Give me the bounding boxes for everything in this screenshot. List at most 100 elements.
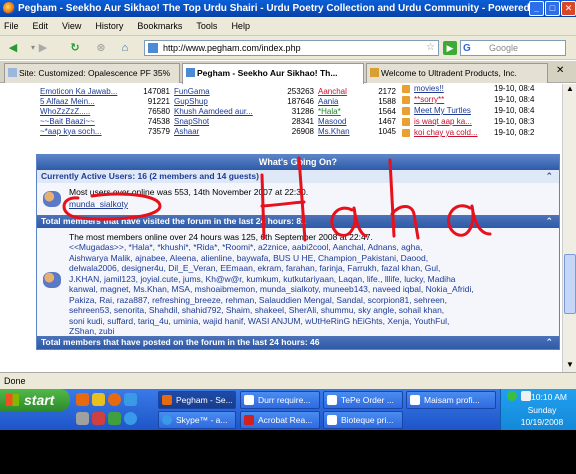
menu-history[interactable]: History	[95, 21, 123, 31]
visited-users-line[interactable]: Pakiza, Rai, raza887, refreshing_breeze,…	[69, 295, 549, 306]
user-link[interactable]: Masood	[316, 116, 368, 126]
forum-link[interactable]: FunGama	[172, 86, 276, 96]
taskbar-tepe[interactable]: TePe Order ...	[323, 391, 403, 409]
taskbar-pegham[interactable]: Pegham - Se...	[158, 391, 236, 409]
visited-24h-label: Total members that have visited the foru…	[41, 216, 306, 226]
thread-link[interactable]: WhoZzZzZ.....	[38, 106, 134, 116]
visited-24h-title[interactable]: Total members that have visited the foru…	[37, 215, 559, 228]
tab-opalescence[interactable]: Site: Customized: Opalescence PF 35%	[4, 63, 180, 83]
go-arrow-icon[interactable]: ▶	[443, 41, 457, 55]
bookmark-star-icon[interactable]: ☆	[426, 41, 435, 55]
posted-24h-title[interactable]: Total members that have posted on the fo…	[37, 336, 559, 349]
desktop-quicklaunch-icon[interactable]	[76, 412, 89, 425]
clock-time[interactable]: 10:10 AM	[523, 392, 575, 402]
active-member-link[interactable]: munda_sialkoty	[69, 199, 128, 209]
taskbar-durr[interactable]: Durr require...	[240, 391, 320, 409]
user-link[interactable]: Aania	[316, 96, 368, 106]
skype-icon	[162, 415, 172, 425]
taskbar-maisam[interactable]: Maisam profi...	[406, 391, 496, 409]
recent-threads-list: movies!! 19-10, 08:4 **sorry** 19-10, 08:4 M…	[402, 84, 562, 139]
visited-users-line[interactable]: Aishwarya Malik, ajnabee, Aleena, alienl…	[69, 253, 549, 264]
search-input[interactable]: G Google	[460, 40, 566, 56]
visited-users-line[interactable]: sehreen53, senorita, Shahdil, shahid792,…	[69, 305, 549, 316]
network-icon[interactable]	[507, 391, 517, 401]
scroll-down-icon[interactable]: ▼	[566, 360, 574, 369]
firefox-icon	[3, 2, 15, 14]
home-icon[interactable]: ⌂	[116, 39, 134, 57]
recent-thread-item[interactable]: **sorry** 19-10, 08:4	[402, 95, 562, 106]
top-stats-table: Emoticon Ka Jawab... 147081 FunGama 253263 A…	[38, 86, 398, 136]
thread-icon	[402, 96, 410, 104]
forum-link[interactable]: GupShup	[172, 96, 276, 106]
taskbar-skype[interactable]: Skype™ - a...	[158, 411, 236, 429]
visited-users-line[interactable]: J.KHAN, jamil123, joyial.cute, jums, Kh@…	[69, 274, 549, 285]
recent-thread-item[interactable]: movies!! 19-10, 08:4	[402, 84, 562, 95]
tab-ultradent[interactable]: Welcome to Ultradent Products, Inc.	[366, 63, 548, 83]
minimize-button[interactable]: _	[529, 1, 544, 16]
forum-views: 26908	[291, 126, 314, 136]
windows-taskbar: start Pegham - Se... Durr require... TeP…	[0, 389, 576, 430]
taskbar-label: Skype™ - a...	[176, 415, 228, 425]
collapse-icon[interactable]: ⌃	[545, 336, 553, 349]
maximize-button[interactable]: □	[545, 1, 560, 16]
close-button[interactable]: ✕	[561, 1, 576, 16]
start-button[interactable]: start	[0, 389, 70, 411]
menu-file[interactable]: File	[4, 21, 19, 31]
back-arrow-icon[interactable]: ◀	[4, 39, 22, 57]
menu-tools[interactable]: Tools	[196, 21, 217, 31]
media-quicklaunch-icon[interactable]	[92, 412, 105, 425]
menu-bookmarks[interactable]: Bookmarks	[137, 21, 182, 31]
close-tab-icon[interactable]: ✕	[556, 65, 564, 76]
recent-thread-item[interactable]: is waqt aap ka... 19-10, 08:3	[402, 117, 562, 128]
bottom-blank-area	[0, 430, 576, 474]
user-link[interactable]: Aanchal	[316, 86, 368, 96]
collapse-icon[interactable]: ⌃	[545, 170, 553, 183]
visited-users-line[interactable]: delwala2006, designer4u, Dil_E_Veran, EE…	[69, 263, 549, 274]
thread-link[interactable]: Emoticon Ka Jawab...	[38, 86, 134, 96]
window-title: Pegham - Seekho Aur Sikhao! The Top Urdu…	[18, 3, 553, 14]
recent-thread-title[interactable]: koi chay ya cold...	[414, 128, 492, 137]
recent-thread-title[interactable]: movies!!	[414, 84, 492, 93]
visited-users-list[interactable]: <<Mugadas>>, *Hala*, *khushi*, *Rida*, *…	[69, 242, 549, 337]
user-link[interactable]: *Hala*	[316, 106, 368, 116]
forward-arrow-icon[interactable]: ▶	[34, 39, 52, 57]
url-bar[interactable]: http://www.pegham.com/index.php ☆	[144, 40, 439, 56]
forum-link[interactable]: Khush Aamdeed aur...	[172, 106, 276, 116]
reload-icon[interactable]: ↻	[66, 39, 84, 57]
collapse-icon[interactable]: ⌃	[545, 215, 553, 228]
scroll-up-icon[interactable]: ▲	[566, 84, 574, 93]
active-users-title[interactable]: Currently Active Users: 16 (2 members an…	[37, 170, 559, 183]
recent-thread-title[interactable]: is waqt aap ka...	[414, 117, 492, 126]
recent-thread-item[interactable]: koi chay ya cold... 19-10, 08:2	[402, 128, 562, 139]
menu-view[interactable]: View	[62, 21, 81, 31]
recent-thread-title[interactable]: **sorry**	[414, 95, 492, 104]
recent-thread-title[interactable]: Meet My Turtles	[414, 106, 492, 115]
skype-quicklaunch-icon[interactable]	[124, 412, 137, 425]
visited-users-line[interactable]: <<Mugadas>>, *Hala*, *khushi*, *Rida*, *…	[69, 242, 549, 253]
visited-users-line[interactable]: kanwal, magnet, Ms.Khan, MSA, mshoaibmem…	[69, 284, 549, 295]
app-quicklaunch-icon[interactable]	[108, 412, 121, 425]
forum-link[interactable]: Ashaar	[172, 126, 276, 136]
folder-quicklaunch-icon[interactable]	[92, 393, 105, 406]
menu-edit[interactable]: Edit	[33, 21, 49, 31]
browser-quicklaunch-icon[interactable]	[108, 393, 121, 406]
recent-thread-item[interactable]: Meet My Turtles 19-10, 08:4	[402, 106, 562, 117]
visited-users-line[interactable]: ZShan, zubi	[69, 326, 549, 337]
thread-link[interactable]: ~*aap kya soch...	[38, 126, 134, 136]
scrollbar-thumb[interactable]	[564, 254, 576, 314]
forum-link[interactable]: SnapShot	[172, 116, 276, 126]
stop-icon[interactable]: ⊗	[92, 39, 110, 57]
menu-help[interactable]: Help	[231, 21, 250, 31]
thread-icon	[402, 118, 410, 126]
tab-pegham[interactable]: Pegham - Seekho Aur Sikhao! Th...	[182, 63, 364, 84]
user-link[interactable]: Ms.Khan	[316, 126, 368, 136]
taskbar-acrobat[interactable]: Acrobat Rea...	[240, 411, 320, 429]
thread-link[interactable]: ~~Bait Baazi~~	[38, 116, 134, 126]
firefox-quicklaunch-icon[interactable]	[76, 393, 89, 406]
ie-quicklaunch-icon[interactable]	[124, 393, 137, 406]
taskbar-bioteque[interactable]: Bioteque pri...	[323, 411, 403, 429]
pegham-favicon-icon	[186, 68, 195, 77]
visited-users-line[interactable]: soni kudi, suffard, tariq_4u, uminia, wa…	[69, 316, 549, 327]
thread-link[interactable]: 5 Alfaaz Mein...	[38, 96, 134, 106]
vertical-scrollbar[interactable]: ▲ ▼	[562, 84, 576, 372]
